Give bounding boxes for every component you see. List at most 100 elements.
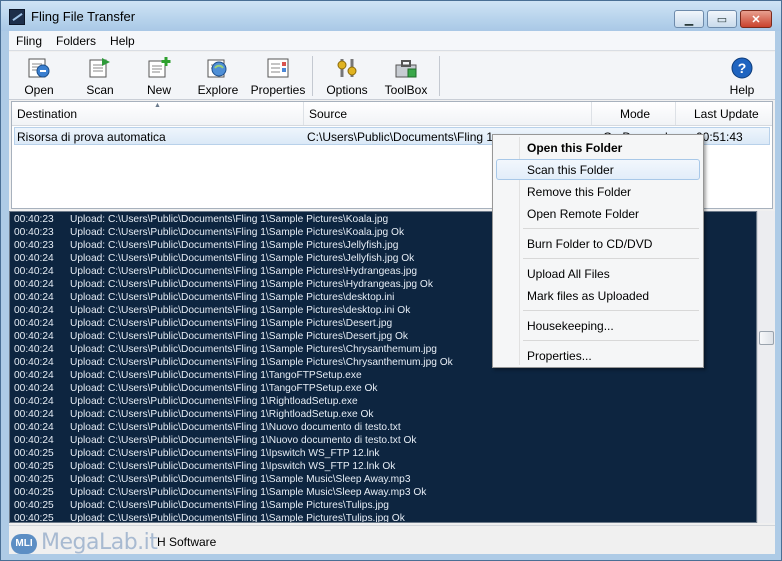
menu-open-this-folder[interactable]: Open this Folder bbox=[496, 137, 700, 158]
watermark-logo: MLI bbox=[11, 534, 37, 554]
log-time: 00:40:24 bbox=[14, 292, 54, 303]
context-menu: Open this Folder Scan this Folder Remove… bbox=[492, 134, 704, 368]
properties-label: Properties bbox=[250, 83, 306, 97]
log-line: 00:40:24 Upload: C:\Users\Public\Document… bbox=[14, 305, 410, 318]
log-time: 00:40:24 bbox=[14, 370, 54, 381]
log-line: 00:40:24 Upload: C:\Users\Public\Document… bbox=[14, 357, 453, 370]
log-time: 00:40:23 bbox=[14, 240, 54, 251]
log-time: 00:40:24 bbox=[14, 266, 54, 277]
toolbar-separator bbox=[312, 56, 313, 96]
log-line: 00:40:24 Upload: C:\Users\Public\Document… bbox=[14, 396, 358, 409]
log-line: 00:40:25 Upload: C:\Users\Public\Document… bbox=[14, 487, 426, 500]
log-line: 00:40:24 Upload: C:\Users\Public\Document… bbox=[14, 318, 392, 331]
log-message: Upload: C:\Users\Public\Documents\Fling … bbox=[70, 344, 437, 355]
menu-properties[interactable]: Properties... bbox=[496, 345, 700, 366]
scrollbar-thumb[interactable] bbox=[759, 331, 774, 345]
log-message: Upload: C:\Users\Public\Documents\Fling … bbox=[70, 292, 395, 303]
log-time: 00:40:24 bbox=[14, 279, 54, 290]
log-line: 00:40:25 Upload: C:\Users\Public\Document… bbox=[14, 474, 410, 487]
log-time: 00:40:25 bbox=[14, 474, 54, 485]
log-line: 00:40:24 Upload: C:\Users\Public\Document… bbox=[14, 253, 414, 266]
close-button[interactable]: ✕ bbox=[740, 10, 772, 28]
minimize-button[interactable]: ▁ bbox=[674, 10, 704, 28]
log-message: Upload: C:\Users\Public\Documents\Fling … bbox=[70, 240, 399, 251]
toolbar-separator bbox=[439, 56, 440, 96]
log-time: 00:40:24 bbox=[14, 344, 54, 355]
column-last-update[interactable]: Last Update bbox=[676, 102, 772, 125]
options-label: Options bbox=[326, 83, 368, 97]
log-message: Upload: C:\Users\Public\Documents\Fling … bbox=[70, 318, 393, 329]
properties-button[interactable]: Properties bbox=[250, 54, 306, 98]
scan-button[interactable]: Scan bbox=[83, 54, 117, 98]
log-message: Upload: C:\Users\Public\Documents\Fling … bbox=[70, 383, 378, 394]
log-line: 00:40:25 Upload: C:\Users\Public\Document… bbox=[14, 448, 380, 461]
log-line: 00:40:24 Upload: C:\Users\Public\Document… bbox=[14, 266, 417, 279]
help-button[interactable]: ? Help bbox=[727, 54, 757, 98]
menu-scan-this-folder[interactable]: Scan this Folder bbox=[496, 159, 700, 180]
help-icon: ? bbox=[729, 56, 755, 80]
log-message: Upload: C:\Users\Public\Documents\Fling … bbox=[70, 396, 358, 407]
menu-separator bbox=[523, 310, 699, 311]
log-line: 00:40:24 Upload: C:\Users\Public\Document… bbox=[14, 344, 437, 357]
log-time: 00:40:24 bbox=[14, 396, 54, 407]
scan-label: Scan bbox=[86, 83, 114, 97]
log-line: 00:40:24 Upload: C:\Users\Public\Document… bbox=[14, 383, 377, 396]
log-message: Upload: C:\Users\Public\Documents\Fling … bbox=[70, 305, 411, 316]
open-folder-icon bbox=[26, 56, 52, 80]
log-time: 00:40:24 bbox=[14, 383, 54, 394]
log-message: Upload: C:\Users\Public\Documents\Fling … bbox=[70, 253, 415, 264]
menu-remove-this-folder[interactable]: Remove this Folder bbox=[496, 181, 700, 202]
row-destination: Risorsa di prova automatica bbox=[17, 130, 166, 144]
menu-upload-all-files[interactable]: Upload All Files bbox=[496, 263, 700, 284]
open-button[interactable]: Open bbox=[21, 54, 57, 98]
log-time: 00:40:24 bbox=[14, 305, 54, 316]
sort-ascending-icon: ▲ bbox=[154, 102, 161, 109]
log-message: Upload: C:\Users\Public\Documents\Fling … bbox=[70, 370, 362, 381]
log-line: 00:40:24 Upload: C:\Users\Public\Document… bbox=[14, 292, 394, 305]
menu-separator bbox=[523, 228, 699, 229]
log-time: 00:40:25 bbox=[14, 448, 54, 459]
menu-folders[interactable]: Folders bbox=[49, 31, 103, 50]
log-message: Upload: C:\Users\Public\Documents\Fling … bbox=[70, 331, 409, 342]
menu-mark-files-uploaded[interactable]: Mark files as Uploaded bbox=[496, 285, 700, 306]
new-button[interactable]: New bbox=[143, 54, 175, 98]
menu-housekeeping[interactable]: Housekeeping... bbox=[496, 315, 700, 336]
menu-fling[interactable]: Fling bbox=[9, 31, 49, 50]
log-message: Upload: C:\Users\Public\Documents\Fling … bbox=[70, 448, 380, 459]
new-label: New bbox=[146, 83, 171, 97]
log-time: 00:40:24 bbox=[14, 409, 54, 420]
column-source[interactable]: Source bbox=[304, 102, 592, 125]
log-message: Upload: C:\Users\Public\Documents\Fling … bbox=[70, 474, 411, 485]
menu-help[interactable]: Help bbox=[103, 31, 142, 50]
menu-burn-folder[interactable]: Burn Folder to CD/DVD bbox=[496, 233, 700, 254]
menu-open-remote-folder[interactable]: Open Remote Folder bbox=[496, 203, 700, 224]
log-line: 00:40:24 Upload: C:\Users\Public\Document… bbox=[14, 279, 433, 292]
log-message: Upload: C:\Users\Public\Documents\Fling … bbox=[70, 357, 453, 368]
window-title: Fling File Transfer bbox=[31, 9, 136, 24]
toolbox-button[interactable]: ToolBox bbox=[383, 54, 429, 98]
explore-icon bbox=[205, 56, 231, 80]
row-source: C:\Users\Public\Documents\Fling 1 bbox=[307, 130, 494, 144]
log-time: 00:40:25 bbox=[14, 461, 54, 472]
toolbox-label: ToolBox bbox=[384, 83, 428, 97]
log-message: Upload: C:\Users\Public\Documents\Fling … bbox=[70, 422, 401, 433]
log-time: 00:40:23 bbox=[14, 227, 54, 238]
log-line: 00:40:23 Upload: C:\Users\Public\Document… bbox=[14, 227, 404, 240]
log-message: Upload: C:\Users\Public\Documents\Fling … bbox=[70, 435, 417, 446]
options-button[interactable]: Options bbox=[324, 54, 370, 98]
log-message: Upload: C:\Users\Public\Documents\Fling … bbox=[70, 500, 389, 511]
new-folder-icon bbox=[146, 56, 172, 80]
help-label: Help bbox=[729, 83, 755, 97]
log-time: 00:40:23 bbox=[14, 214, 54, 225]
log-line: 00:40:23 Upload: C:\Users\Public\Document… bbox=[14, 214, 388, 227]
log-line: 00:40:24 Upload: C:\Users\Public\Document… bbox=[14, 409, 374, 422]
log-scrollbar[interactable] bbox=[757, 211, 775, 523]
log-line: 00:40:25 Upload: C:\Users\Public\Document… bbox=[14, 513, 405, 522]
column-mode[interactable]: Mode bbox=[592, 102, 676, 125]
log-line: 00:40:24 Upload: C:\Users\Public\Document… bbox=[14, 370, 362, 383]
menu-separator bbox=[523, 258, 699, 259]
explore-button[interactable]: Explore bbox=[197, 54, 239, 98]
title-bar[interactable]: Fling File Transfer ▁ ▭ ✕ bbox=[1, 1, 781, 31]
log-message: Upload: C:\Users\Public\Documents\Fling … bbox=[70, 266, 418, 277]
maximize-button[interactable]: ▭ bbox=[707, 10, 737, 28]
